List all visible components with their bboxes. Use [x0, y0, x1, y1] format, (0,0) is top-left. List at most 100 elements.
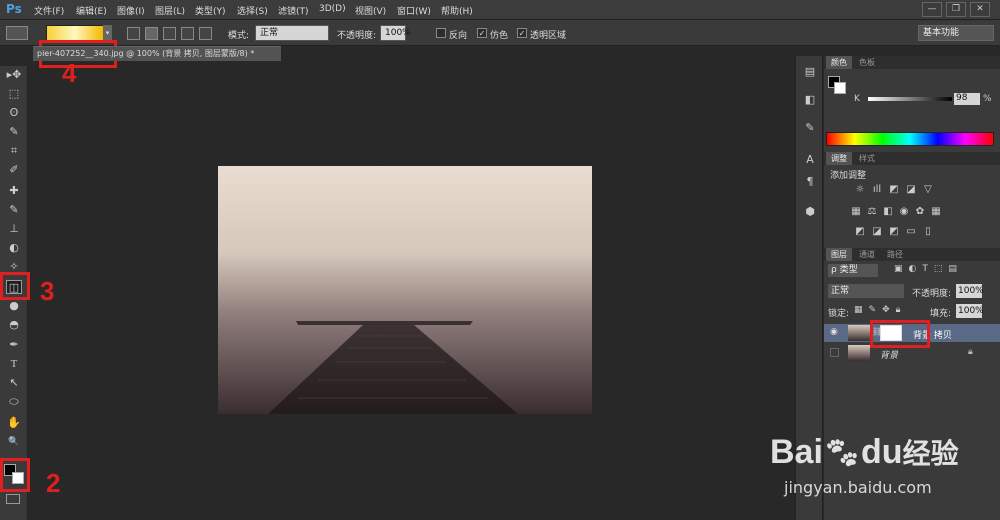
mode-label: 模式: — [228, 31, 250, 41]
adjust-filter-icon[interactable]: ◐ — [909, 264, 917, 274]
posterize-icon[interactable]: ◪ — [871, 226, 883, 238]
character-icon[interactable]: A — [802, 152, 818, 168]
dodge-tool-icon[interactable]: ◓ — [6, 318, 22, 332]
levels-icon[interactable]: ıll — [871, 184, 883, 196]
invert-icon[interactable]: ◩ — [854, 226, 866, 238]
menu-file[interactable]: 文件(F) — [34, 4, 64, 17]
dither-checkbox[interactable]: ✓ — [477, 28, 487, 38]
lock-transparent-icon[interactable]: ▦ — [854, 305, 863, 315]
selective-color-icon[interactable]: ▯ — [922, 226, 934, 238]
tab-channels[interactable]: 通道 — [854, 248, 880, 261]
path-select-tool-icon[interactable]: ↖ — [6, 376, 22, 390]
layer-row-background[interactable]: 背景 🔒︎ — [824, 344, 1000, 362]
brush-preset-icon[interactable]: ✎ — [802, 120, 818, 136]
diamond-gradient-icon[interactable] — [199, 27, 212, 40]
workspace-select[interactable]: 基本功能 — [918, 25, 994, 41]
quick-mask-icon[interactable] — [6, 494, 20, 504]
blur-tool-icon[interactable]: ● — [6, 299, 22, 313]
hand-tool-icon[interactable]: ✋ — [6, 416, 22, 430]
menu-3d[interactable]: 3D(D) — [319, 4, 346, 14]
quick-select-tool-icon[interactable]: ✎ — [6, 125, 22, 139]
k-value-input[interactable]: 98 — [954, 93, 980, 105]
menu-image[interactable]: 图像(I) — [117, 4, 145, 17]
opacity-input[interactable]: 100% — [380, 25, 411, 41]
bw-icon[interactable]: ◧ — [882, 206, 894, 218]
menu-type[interactable]: 类型(Y) — [195, 4, 226, 17]
tab-layers[interactable]: 图层 — [826, 248, 852, 261]
menu-view[interactable]: 视图(V) — [355, 4, 386, 17]
history-icon[interactable]: ▤ — [802, 64, 818, 80]
linear-gradient-icon[interactable] — [127, 27, 140, 40]
lasso-tool-icon[interactable]: ʘ — [6, 106, 22, 120]
lock-all-icon[interactable]: 🔒︎ — [896, 305, 901, 315]
3d-icon[interactable]: ⬢ — [802, 204, 818, 220]
menu-filter[interactable]: 滤镜(T) — [278, 4, 309, 17]
fill-input[interactable]: 100% — [956, 304, 984, 318]
visibility-eye-icon[interactable]: ◉ — [830, 327, 838, 337]
color-spectrum[interactable] — [826, 132, 994, 146]
tab-styles[interactable]: 样式 — [854, 152, 880, 165]
crop-tool-icon[interactable]: ⌗ — [6, 144, 22, 158]
reflected-gradient-icon[interactable] — [181, 27, 194, 40]
pixel-filter-icon[interactable]: ▣ — [894, 264, 903, 274]
threshold-icon[interactable]: ◩ — [888, 226, 900, 238]
mode-select[interactable]: 正常 — [255, 25, 329, 41]
color-balance-icon[interactable]: ⚖ — [866, 206, 878, 218]
document-canvas[interactable] — [218, 166, 592, 414]
actions-icon[interactable]: ◧ — [802, 92, 818, 108]
transparency-checkbox[interactable]: ✓ — [517, 28, 527, 38]
color-lookup-icon[interactable]: ▦ — [930, 206, 942, 218]
type-filter-icon[interactable]: T — [922, 264, 928, 274]
type-tool-icon[interactable]: T — [6, 357, 22, 371]
bg-color-chip[interactable] — [834, 82, 846, 94]
tab-paths[interactable]: 路径 — [882, 248, 908, 261]
brightness-icon[interactable]: ☼ — [854, 184, 866, 196]
move-tool-icon[interactable]: ▸✥ — [6, 68, 22, 82]
k-slider[interactable] — [868, 97, 952, 101]
shape-tool-icon[interactable]: ⬭ — [6, 395, 22, 409]
visibility-off-box[interactable] — [830, 348, 839, 357]
shape-filter-icon[interactable]: ⬚ — [934, 264, 943, 274]
lock-position-icon[interactable]: ✥ — [882, 305, 890, 315]
minimize-button[interactable]: — — [922, 2, 942, 17]
menu-edit[interactable]: 编辑(E) — [76, 4, 107, 17]
menu-help[interactable]: 帮助(H) — [441, 4, 473, 17]
tab-swatches[interactable]: 色板 — [854, 56, 880, 69]
close-button[interactable]: ✕ — [970, 2, 990, 17]
curves-icon[interactable]: ◩ — [888, 184, 900, 196]
gradient-map-icon[interactable]: ▭ — [905, 226, 917, 238]
reverse-checkbox[interactable] — [436, 28, 446, 38]
channel-mixer-icon[interactable]: ✿ — [914, 206, 926, 218]
stamp-tool-icon[interactable]: ⊥ — [6, 222, 22, 236]
layer-name[interactable]: 背景 — [880, 348, 898, 361]
paragraph-icon[interactable]: ¶ — [802, 174, 818, 190]
gradient-dropdown-icon[interactable]: ▾ — [103, 25, 112, 41]
gradient-preview[interactable] — [46, 25, 104, 41]
exposure-icon[interactable]: ◪ — [905, 184, 917, 196]
restore-button[interactable]: ❐ — [946, 2, 966, 17]
radial-gradient-icon[interactable] — [145, 27, 158, 40]
reverse-label: 反向 — [449, 31, 468, 41]
vibrance-icon[interactable]: ▽ — [922, 184, 934, 196]
menu-layer[interactable]: 图层(L) — [155, 4, 185, 17]
tab-adjustments[interactable]: 调整 — [826, 152, 852, 165]
angle-gradient-icon[interactable] — [163, 27, 176, 40]
history-brush-tool-icon[interactable]: ◐ — [6, 241, 22, 255]
tab-color[interactable]: 颜色 — [826, 56, 852, 69]
eyedropper-tool-icon[interactable]: ✐ — [6, 163, 22, 177]
zoom-tool-icon[interactable]: 🔍 — [6, 435, 22, 449]
brush-tool-icon[interactable]: ✎ — [6, 203, 22, 217]
tool-preset-icon[interactable] — [6, 26, 28, 40]
menu-select[interactable]: 选择(S) — [237, 4, 268, 17]
smart-filter-icon[interactable]: ▤ — [948, 264, 957, 274]
pen-tool-icon[interactable]: ✒ — [6, 338, 22, 352]
layer-filter-select[interactable]: ρ 类型 — [828, 264, 878, 277]
photo-filter-icon[interactable]: ◉ — [898, 206, 910, 218]
hue-sat-icon[interactable]: ▦ — [850, 206, 862, 218]
healing-tool-icon[interactable]: ✚ — [6, 184, 22, 198]
lock-pixels-icon[interactable]: ✎ — [869, 305, 877, 315]
menu-window[interactable]: 窗口(W) — [397, 4, 431, 17]
marquee-tool-icon[interactable]: ⬚ — [6, 87, 22, 101]
layer-opacity-input[interactable]: 100% — [956, 284, 984, 298]
blend-mode-select[interactable]: 正常 — [828, 284, 904, 298]
